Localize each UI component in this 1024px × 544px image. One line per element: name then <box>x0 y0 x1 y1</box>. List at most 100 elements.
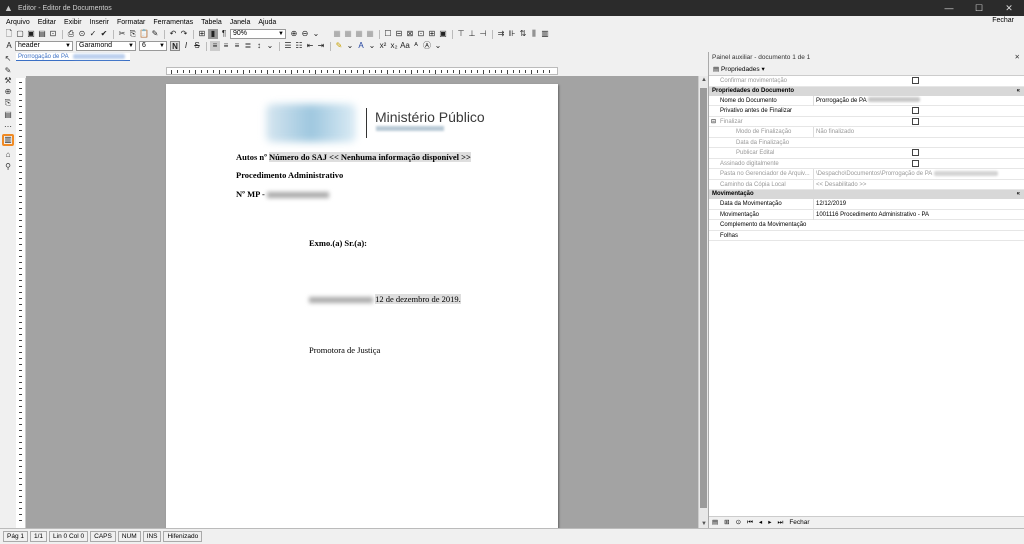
panel-footer-close[interactable]: Fechar <box>789 517 809 529</box>
spellcheck-icon[interactable]: ✓ <box>88 29 98 39</box>
chevron-down-icon[interactable]: ⌄ <box>265 41 275 51</box>
justify-icon[interactable]: ≣ <box>243 41 253 51</box>
tab-document[interactable]: Prorrogação de PA <box>16 53 130 61</box>
col-icon[interactable]: ⫼ <box>529 29 539 39</box>
align-left-icon[interactable]: ≡ <box>210 41 220 51</box>
tb-grid-icon[interactable]: ▦ <box>332 29 342 39</box>
property-value[interactable]: 12/12/2019 <box>813 199 1019 209</box>
menu-arquivo[interactable]: Arquivo <box>6 19 30 26</box>
section-document-properties[interactable]: Propriedades do Documento « <box>709 86 1024 96</box>
footer-tool-icon[interactable]: ⊙ <box>736 517 741 529</box>
first-record-icon[interactable]: ⏮ <box>747 517 753 529</box>
properties-tab[interactable]: Propriedades <box>721 66 760 73</box>
copy-icon[interactable]: ⎘ <box>128 29 138 39</box>
menu-editar[interactable]: Editar <box>38 19 56 26</box>
font-select[interactable]: Garamond ▼ <box>76 41 136 51</box>
panel-close-button[interactable]: ✕ <box>1015 52 1020 64</box>
property-checkbox[interactable] <box>912 107 919 114</box>
undo-icon[interactable]: ↶ <box>168 29 178 39</box>
more-icon[interactable]: ⌄ <box>311 29 321 39</box>
font-size-select[interactable]: 6 ▼ <box>139 41 167 51</box>
pin-icon[interactable]: ⚲ <box>3 162 13 172</box>
new-doc-icon[interactable]: 🗋 <box>4 29 14 39</box>
horizontal-ruler[interactable] <box>166 67 558 75</box>
property-row[interactable]: Data da Finalização <box>709 138 1024 148</box>
frame-icon[interactable]: ⊠ <box>405 29 415 39</box>
align-center-icon[interactable]: ≡ <box>221 41 231 51</box>
document-scrollbar[interactable]: ▲ ▼ <box>698 76 708 528</box>
property-row[interactable]: Privativo antes de Finalizar <box>709 106 1024 117</box>
tag-icon[interactable]: ⌂ <box>3 150 13 160</box>
prev-record-icon[interactable]: ◂ <box>759 517 762 529</box>
show-marks-icon[interactable]: ¶ <box>219 29 229 39</box>
property-row[interactable]: Modo de Finalização Não finalizado <box>709 127 1024 138</box>
tb-grid-icon[interactable]: ▦ <box>343 29 353 39</box>
menu-formatar[interactable]: Formatar <box>117 19 145 26</box>
date-field[interactable]: 12 de dezembro de 2019. <box>375 294 461 304</box>
pages-icon[interactable]: ⎘ <box>3 98 13 108</box>
property-row[interactable]: Movimentação 1001116 Procedimento Adminis… <box>709 209 1024 220</box>
preview-icon[interactable]: ⊡ <box>48 29 58 39</box>
paste-icon[interactable]: 📋 <box>139 29 149 39</box>
indent-icon[interactable]: ⇥ <box>316 41 326 51</box>
superscript-icon[interactable]: x² <box>378 41 388 51</box>
save-all-icon[interactable]: ▤ <box>37 29 47 39</box>
property-row[interactable]: Complemento da Movimentação <box>709 220 1024 231</box>
align-right-icon[interactable]: ≡ <box>232 41 242 51</box>
property-checkbox[interactable] <box>912 149 919 156</box>
menu-ferramentas[interactable]: Ferramentas <box>153 19 193 26</box>
menu-tabela[interactable]: Tabela <box>201 19 222 26</box>
close-window-button[interactable]: ✕ <box>994 0 1024 16</box>
row-insert-icon[interactable]: ⊤ <box>456 29 466 39</box>
col-icon[interactable]: ⇅ <box>518 29 528 39</box>
print-icon[interactable]: ⎙ <box>66 29 76 39</box>
tb-grid-icon[interactable]: ▦ <box>365 29 375 39</box>
collapse-icon[interactable]: « <box>1017 87 1020 96</box>
property-row[interactable]: Folhas <box>709 231 1024 241</box>
expander-icon[interactable]: ⊟ <box>711 117 716 127</box>
col-insert-icon[interactable]: ⊣ <box>478 29 488 39</box>
strike-button[interactable]: S <box>192 41 202 51</box>
style-icon[interactable]: A <box>4 41 14 51</box>
table-icon[interactable]: ⊞ <box>197 29 207 39</box>
property-value[interactable]: 1001116 Procedimento Administrativo - PA <box>813 209 1019 220</box>
property-row[interactable]: Caminho da Cópia Local << Desabilitado >> <box>709 179 1024 190</box>
frame-icon[interactable]: ⊟ <box>394 29 404 39</box>
autos-field[interactable]: Número do SAJ << Nenhuma informação disp… <box>269 152 471 162</box>
menu-inserir[interactable]: Inserir <box>90 19 109 26</box>
frame-icon[interactable]: ☐ <box>383 29 393 39</box>
last-record-icon[interactable]: ⏭ <box>777 517 783 529</box>
list-icon[interactable]: ▤ <box>3 110 13 120</box>
highlight-icon[interactable]: ✎ <box>334 41 344 51</box>
chevron-down-icon[interactable]: ▾ <box>761 66 764 73</box>
tb-grid-icon[interactable]: ▦ <box>354 29 364 39</box>
split-icon[interactable]: ⊪ <box>507 29 517 39</box>
footer-tool-icon[interactable]: ⊞ <box>724 517 729 529</box>
table-more-icon[interactable]: ▥ <box>540 29 550 39</box>
format-painter-icon[interactable]: ✎ <box>150 29 160 39</box>
stamp-icon[interactable]: ⊕ <box>3 87 13 97</box>
chevron-down-icon[interactable]: ⌄ <box>345 41 355 51</box>
frame-icon[interactable]: ▣ <box>438 29 448 39</box>
clear-format-icon[interactable]: Ⓐ <box>422 41 432 51</box>
menu-janela[interactable]: Janela <box>230 19 251 26</box>
document-properties-icon[interactable]: ▥ <box>2 134 14 146</box>
collapse-icon[interactable]: « <box>1017 190 1020 199</box>
case-icon[interactable]: Aa <box>400 41 410 51</box>
style-select[interactable]: header ▼ <box>15 41 73 51</box>
merge-icon[interactable]: ⇉ <box>496 29 506 39</box>
property-row[interactable]: Data da Movimentação 12/12/2019 <box>709 199 1024 210</box>
footer-tool-icon[interactable]: ▤ <box>712 517 718 529</box>
pen-icon[interactable]: ✎ <box>3 66 13 76</box>
numbering-icon[interactable]: ☷ <box>294 41 304 51</box>
line-spacing-icon[interactable]: ↕ <box>254 41 264 51</box>
document-page[interactable]: Ministério Público Autos nº Número do SA… <box>166 84 558 530</box>
minimize-button[interactable]: — <box>934 0 964 16</box>
save-icon[interactable]: ▣ <box>26 29 36 39</box>
row-insert-icon[interactable]: ⊥ <box>467 29 477 39</box>
frame-icon[interactable]: ⊞ <box>427 29 437 39</box>
property-row[interactable]: Nome do Documento Prorrogação de PA <box>709 95 1024 106</box>
tools-icon[interactable]: ⚒ <box>3 76 13 86</box>
columns-icon[interactable]: ▮ <box>208 29 218 39</box>
property-row[interactable]: Assinado digitalmente <box>709 159 1024 169</box>
